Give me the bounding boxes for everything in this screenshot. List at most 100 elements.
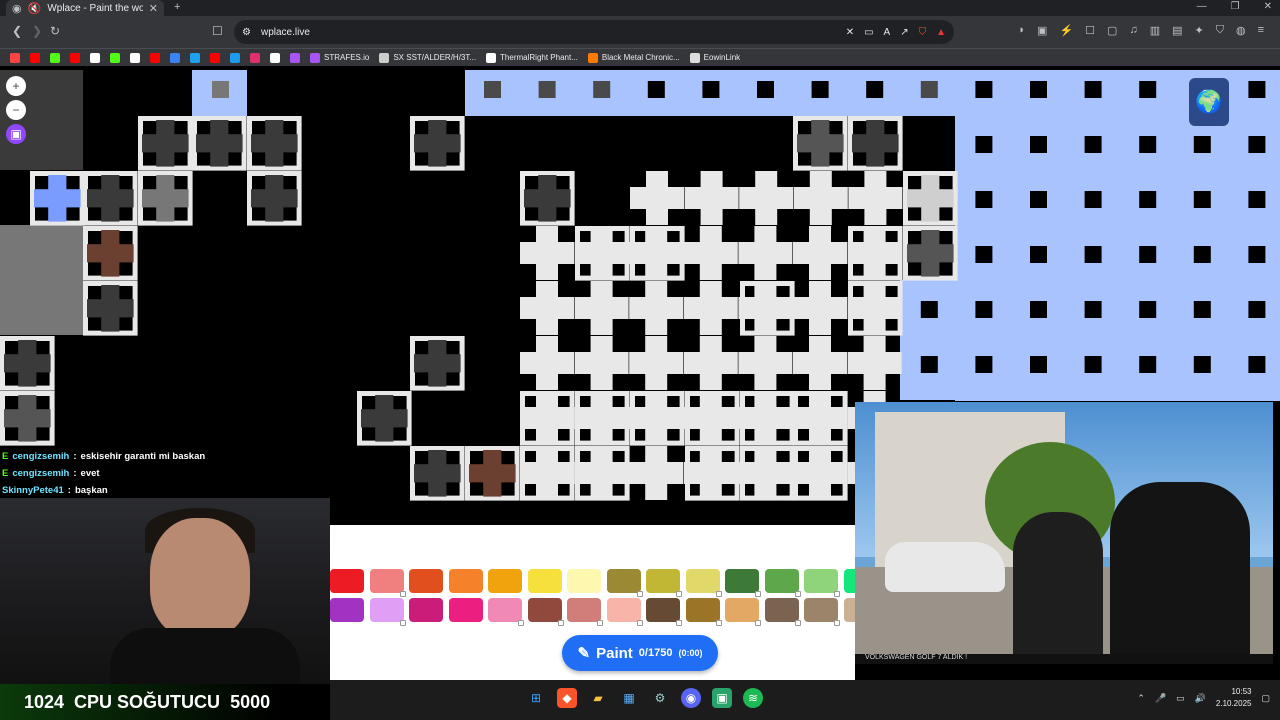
bookmark-item[interactable] [170, 52, 180, 63]
network-icon[interactable]: ▭ [1176, 693, 1185, 704]
minimize-button[interactable]: — [1197, 1, 1207, 12]
color-swatch[interactable] [843, 569, 855, 593]
bookmark-item[interactable] [70, 52, 80, 63]
media-icon[interactable]: ♫ [1129, 24, 1137, 37]
color-swatch[interactable] [646, 598, 680, 622]
extension-icon-5[interactable]: ▢ [1107, 24, 1117, 37]
volume-icon[interactable]: 🔊 [1195, 693, 1206, 704]
extension-icon-4[interactable]: ☐ [1085, 24, 1095, 37]
url-text[interactable]: wplace.live [261, 27, 310, 38]
ai-icon[interactable]: ✦ [1195, 24, 1204, 37]
notifications-icon[interactable]: ▢ [1261, 693, 1270, 704]
color-swatch[interactable] [409, 598, 443, 622]
color-swatch[interactable] [567, 598, 601, 622]
bookmark-item[interactable] [110, 52, 120, 63]
maximize-button[interactable]: ❐ [1231, 1, 1240, 12]
vpn-icon[interactable]: ⛉ [1216, 24, 1224, 37]
bookmark-item[interactable]: Black Metal Chronic... [587, 52, 680, 63]
color-swatch[interactable] [369, 569, 404, 593]
bookmark-item[interactable] [50, 52, 60, 63]
share-icon[interactable]: ↗ [900, 27, 908, 38]
bookmark-item[interactable] [270, 52, 280, 63]
bookmark-item[interactable]: EowinLink [689, 52, 740, 63]
sidebar-icon[interactable]: ▥ [1150, 24, 1160, 37]
brave-shield-icon[interactable]: ⛉ [919, 27, 927, 38]
color-swatch[interactable] [488, 569, 522, 593]
color-swatch[interactable] [527, 569, 562, 593]
bookmark-item[interactable] [10, 52, 20, 63]
color-swatch[interactable] [804, 569, 838, 593]
reload-icon[interactable]: ↻ [50, 24, 60, 38]
plus-icon[interactable]: + [174, 1, 180, 13]
color-swatch[interactable] [764, 569, 799, 593]
discord-icon[interactable]: ◉ [681, 688, 701, 708]
color-swatch[interactable] [527, 598, 562, 622]
brave-browser-icon[interactable]: ◆ [557, 688, 577, 708]
site-info-icon[interactable]: ⚙ [242, 27, 251, 38]
bookmark-item[interactable]: STRAFES.io [310, 52, 369, 63]
wallet-icon[interactable]: ▤ [1172, 24, 1182, 37]
zoom-out-button[interactable]: − [6, 100, 26, 120]
color-swatch[interactable] [764, 598, 799, 622]
zoom-in-button[interactable]: + [6, 76, 26, 96]
color-swatch[interactable] [606, 569, 641, 593]
color-swatch[interactable] [843, 598, 855, 622]
clock[interactable]: 10:53 2.10.2025 [1216, 686, 1252, 710]
bookmark-item[interactable] [210, 52, 220, 63]
photos-icon[interactable]: ▦ [619, 688, 639, 708]
extension-icon-2[interactable]: ▣ [1037, 24, 1047, 37]
windows-start-icon[interactable]: ⊞ [526, 688, 546, 708]
bookmark-item[interactable] [290, 52, 300, 63]
color-swatch[interactable] [606, 598, 641, 622]
paint-button[interactable]: ✎ Paint 0/1750 (0:00) [562, 635, 718, 671]
twitch-icon[interactable]: ▣ [6, 124, 26, 144]
bookmark-icon[interactable]: ☐ [212, 24, 223, 38]
color-swatch[interactable] [448, 569, 483, 593]
bookmark-item[interactable] [130, 52, 140, 63]
back-icon[interactable]: ❮ [12, 24, 22, 38]
color-swatch[interactable] [725, 598, 759, 622]
color-swatch[interactable] [330, 569, 364, 593]
bookmark-item[interactable] [230, 52, 240, 63]
color-swatch[interactable] [685, 569, 720, 593]
tab-wplace[interactable]: ◉ 🔇 Wplace - Paint the world ✕ [6, 0, 164, 16]
translate-icon[interactable]: A [884, 27, 891, 38]
map-globe-button[interactable]: 🌍 [1189, 78, 1229, 126]
extension-icon-3[interactable]: ⚡ [1059, 24, 1073, 37]
color-swatch[interactable] [804, 598, 838, 622]
microphone-icon[interactable]: 🎤 [1155, 693, 1166, 704]
app-icon[interactable]: ▣ [712, 688, 732, 708]
close-window-button[interactable]: ✕ [1264, 1, 1272, 12]
profile-icon[interactable]: ◍ [1236, 24, 1246, 37]
mute-site-icon[interactable]: ✕ [846, 27, 854, 38]
color-swatch[interactable] [725, 569, 759, 593]
color-swatch[interactable] [330, 598, 364, 622]
bookmark-item[interactable] [90, 52, 100, 63]
chevron-up-icon[interactable]: ⌃ [1137, 693, 1145, 704]
canvas-tile [793, 407, 847, 429]
color-swatch[interactable] [646, 569, 680, 593]
cast-icon[interactable]: ▭ [864, 27, 873, 38]
menu-icon[interactable]: ≡ [1258, 24, 1264, 37]
bookmark-item[interactable] [190, 52, 200, 63]
bookmark-item[interactable] [30, 52, 40, 63]
forward-icon[interactable]: ❯ [32, 24, 42, 38]
brave-rewards-icon[interactable]: ▲ [936, 27, 946, 38]
close-tab-icon[interactable]: ✕ [149, 2, 158, 15]
muted-icon[interactable]: 🔇 [28, 2, 42, 15]
omnibox[interactable]: ⚙ wplace.live ✕ ▭ A ↗ ⛉ ▲ [234, 20, 954, 44]
color-swatch[interactable] [488, 598, 522, 622]
color-swatch[interactable] [448, 598, 483, 622]
bookmark-item[interactable]: SX SST/ALDER/H/3T... [379, 52, 476, 63]
bookmark-item[interactable] [150, 52, 160, 63]
color-swatch[interactable] [567, 569, 601, 593]
spotify-icon[interactable]: ≋ [743, 688, 763, 708]
color-swatch[interactable] [685, 598, 720, 622]
extension-icon-1[interactable]: ◗ [1018, 24, 1025, 37]
color-swatch[interactable] [409, 569, 443, 593]
file-explorer-icon[interactable]: ▰ [588, 688, 608, 708]
settings-icon[interactable]: ⚙ [650, 688, 670, 708]
bookmark-item[interactable] [250, 52, 260, 63]
color-swatch[interactable] [369, 598, 404, 622]
bookmark-item[interactable]: ThermalRight Phant... [486, 52, 578, 63]
